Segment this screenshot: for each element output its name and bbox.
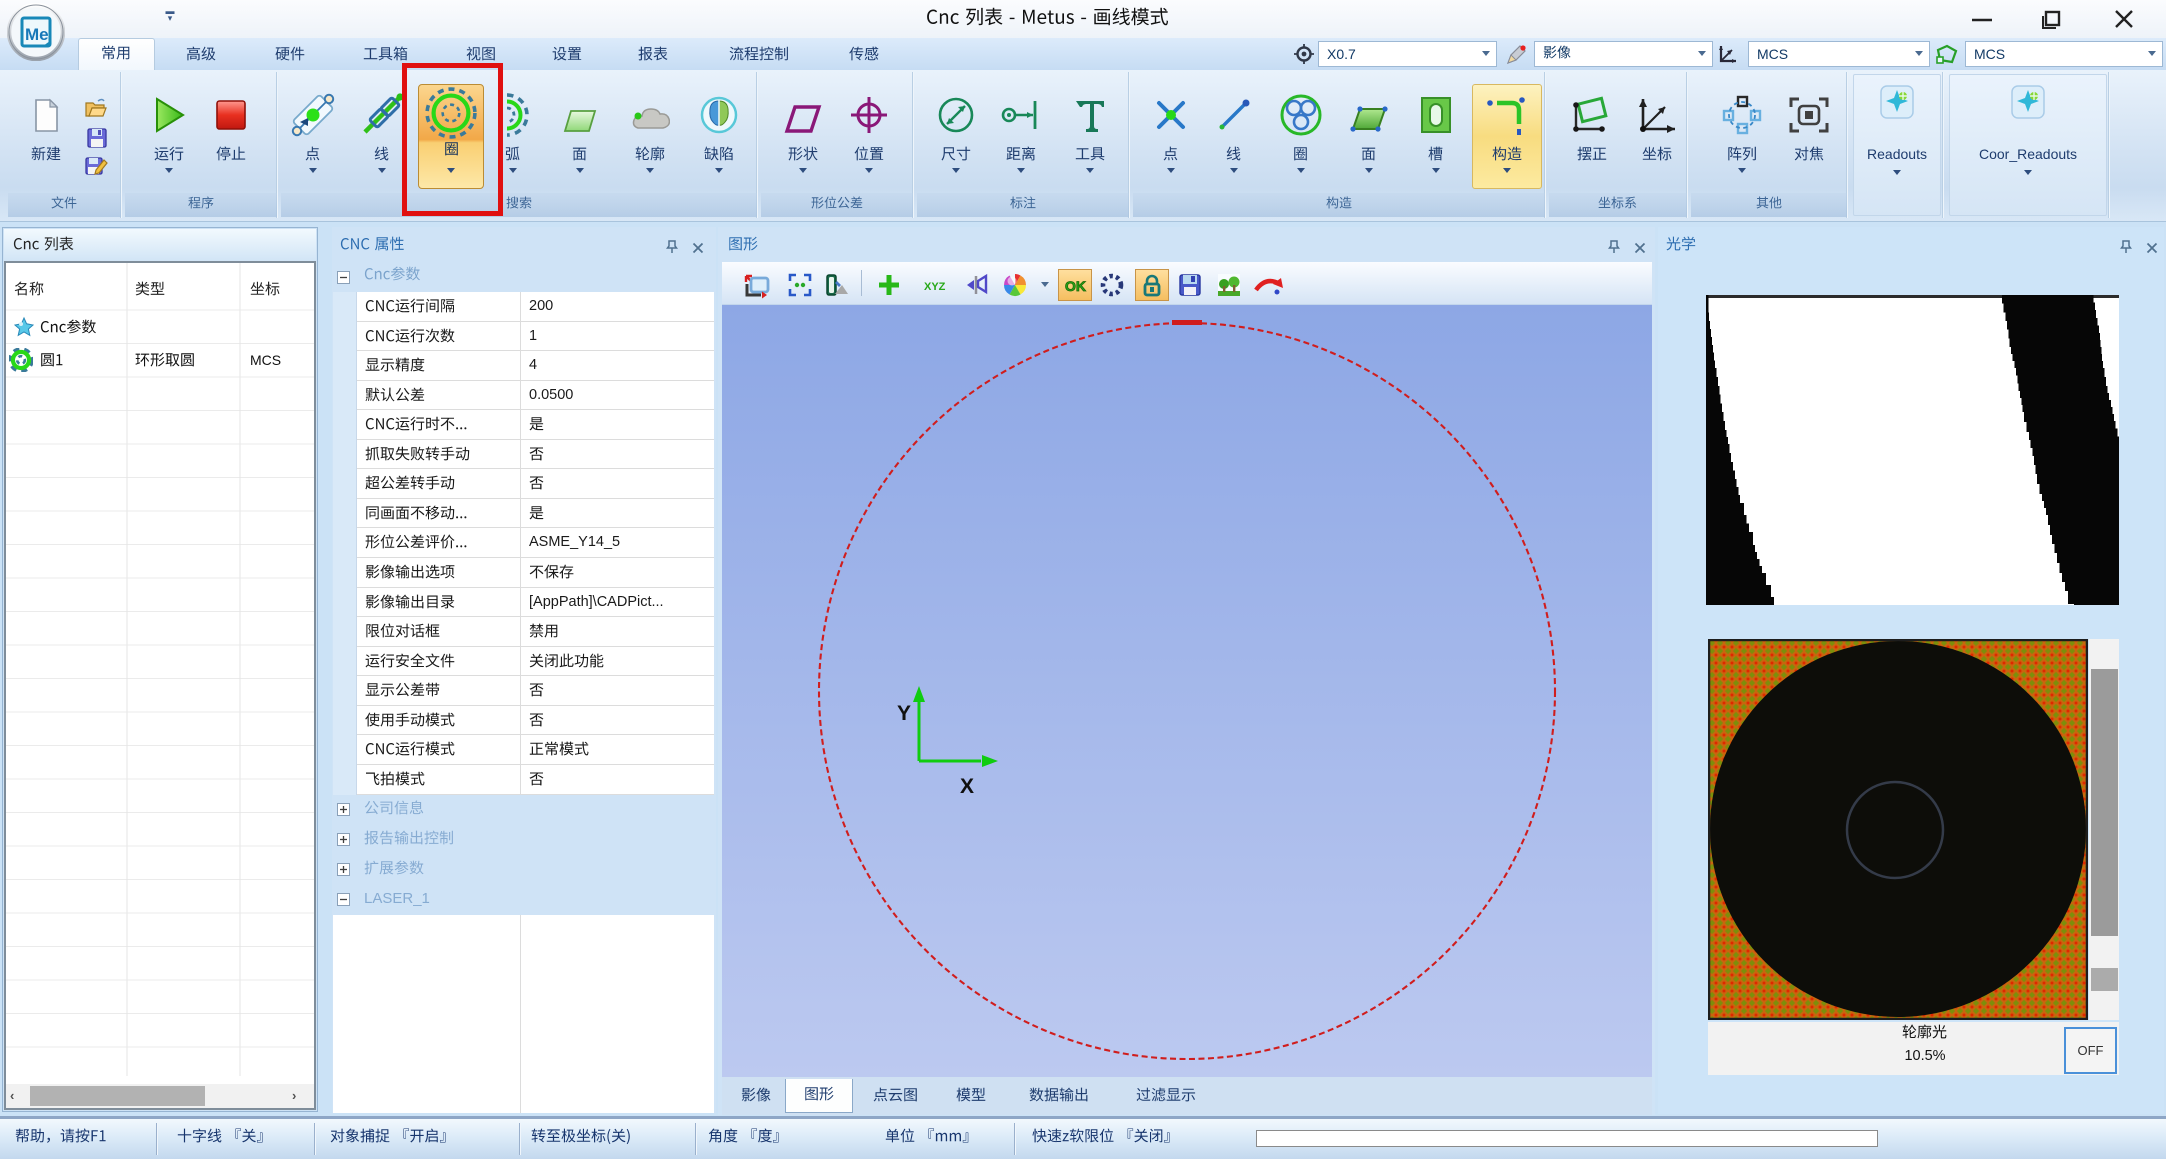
svg-text:Y: Y — [897, 702, 911, 725]
svg-text:XYZ: XYZ — [924, 281, 946, 293]
svg-text:Me: Me — [25, 25, 49, 44]
svg-text:OK: OK — [1065, 278, 1086, 294]
svg-text:X: X — [960, 775, 974, 798]
